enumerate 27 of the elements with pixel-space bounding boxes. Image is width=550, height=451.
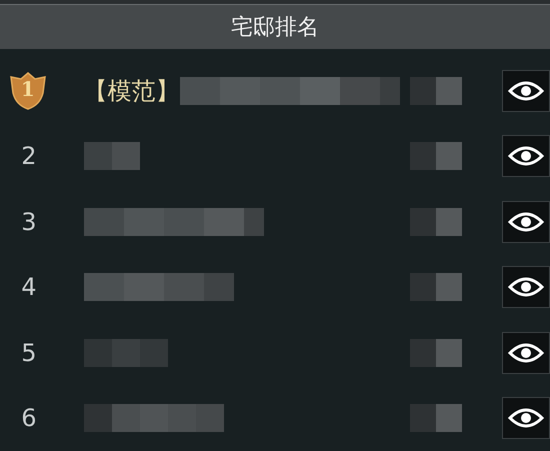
pixelated-score bbox=[410, 76, 462, 105]
window-title: 宅邸排名 bbox=[231, 14, 319, 42]
eye-icon bbox=[508, 144, 544, 168]
rank-number: 4 bbox=[21, 273, 36, 302]
pixelated-name bbox=[84, 142, 140, 170]
view-button[interactable] bbox=[502, 70, 550, 112]
eye-icon bbox=[508, 340, 544, 365]
pixelated-score bbox=[410, 142, 462, 170]
view-button[interactable] bbox=[502, 200, 550, 243]
player-title: 【模范】 bbox=[84, 76, 180, 107]
eye-icon bbox=[508, 210, 544, 234]
rank-number: 3 bbox=[21, 208, 36, 236]
rank-badge: 1 bbox=[8, 70, 48, 111]
view-button[interactable] bbox=[502, 397, 550, 440]
eye-icon bbox=[508, 406, 544, 430]
pixelated-score bbox=[410, 404, 462, 432]
eye-icon bbox=[508, 78, 544, 103]
eye-icon bbox=[508, 275, 544, 300]
pixelated-score bbox=[410, 338, 462, 367]
view-button[interactable] bbox=[502, 266, 550, 308]
rank-number: 5 bbox=[21, 338, 36, 367]
pixelated-score bbox=[410, 273, 462, 302]
rank-number: 2 bbox=[21, 142, 36, 170]
view-button[interactable] bbox=[502, 135, 550, 178]
pixelated-score bbox=[410, 208, 462, 236]
rank-number: 6 bbox=[21, 404, 36, 432]
view-button[interactable] bbox=[502, 332, 550, 374]
